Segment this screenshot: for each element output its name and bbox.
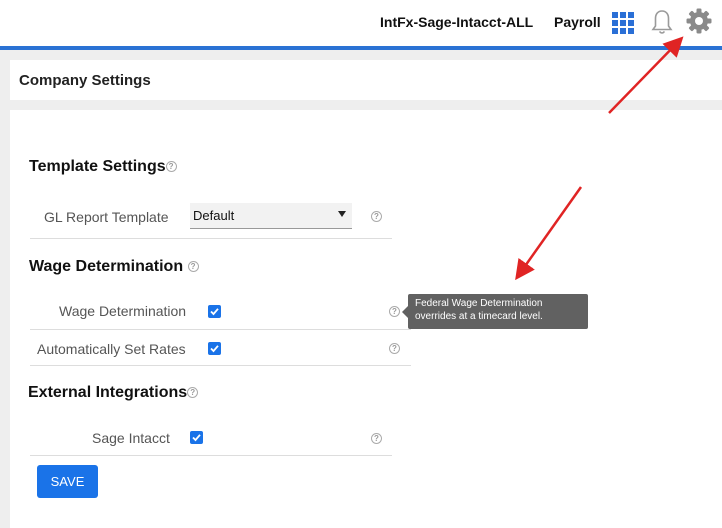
gl-report-template-value: Default	[193, 208, 235, 223]
sage-intacct-help-icon[interactable]: ?	[371, 433, 382, 444]
auto-set-rates-label: Automatically Set Rates	[37, 341, 186, 357]
divider	[30, 329, 411, 330]
product-name[interactable]: Payroll	[554, 14, 601, 30]
company-name[interactable]: IntFx-Sage-Intacct-ALL	[380, 14, 533, 30]
external-integrations-help-icon[interactable]: ?	[187, 387, 199, 399]
wage-determination-heading: Wage Determination ?	[29, 258, 199, 276]
gl-report-template-help-icon[interactable]: ?	[371, 211, 382, 222]
divider	[30, 365, 411, 366]
wage-determination-label: Wage Determination	[59, 303, 187, 319]
sage-intacct-checkbox[interactable]	[190, 431, 203, 444]
save-button[interactable]: SAVE	[37, 465, 98, 498]
wage-determination-checkbox[interactable]	[208, 305, 221, 318]
divider	[30, 455, 392, 456]
template-settings-heading: Template Settings?	[29, 158, 177, 176]
gear-icon[interactable]	[685, 7, 713, 35]
wage-determination-title: Wage Determination	[29, 258, 184, 275]
template-settings-help-icon[interactable]: ?	[165, 161, 177, 173]
auto-set-rates-help-icon[interactable]: ?	[389, 343, 400, 354]
apps-grid-icon[interactable]	[612, 12, 634, 34]
gl-report-template-select[interactable]: Default	[190, 203, 352, 229]
external-integrations-heading: External Integrations?	[28, 384, 199, 402]
wage-determination-help-icon[interactable]: ?	[187, 261, 199, 273]
page-header: Company Settings	[10, 60, 722, 100]
auto-set-rates-checkbox[interactable]	[208, 342, 221, 355]
tooltip-line-1: Federal Wage Determination	[415, 298, 543, 309]
page-title: Company Settings	[19, 72, 151, 89]
wage-determination-tooltip: Federal Wage Determination overrides at …	[408, 294, 588, 329]
tooltip-line-2: overrides at a timecard level.	[415, 311, 543, 322]
template-settings-title: Template Settings	[29, 158, 166, 175]
gl-report-template-label: GL Report Template	[44, 209, 169, 225]
external-integrations-title: External Integrations	[28, 384, 188, 401]
sage-intacct-label: Sage Intacct	[92, 430, 170, 446]
top-bar: IntFx-Sage-Intacct-ALL Payroll	[0, 0, 722, 46]
divider	[30, 238, 392, 239]
bell-icon[interactable]	[650, 8, 674, 36]
chevron-down-icon	[338, 211, 346, 217]
wage-determination-row-help-icon[interactable]: ?	[389, 306, 400, 317]
